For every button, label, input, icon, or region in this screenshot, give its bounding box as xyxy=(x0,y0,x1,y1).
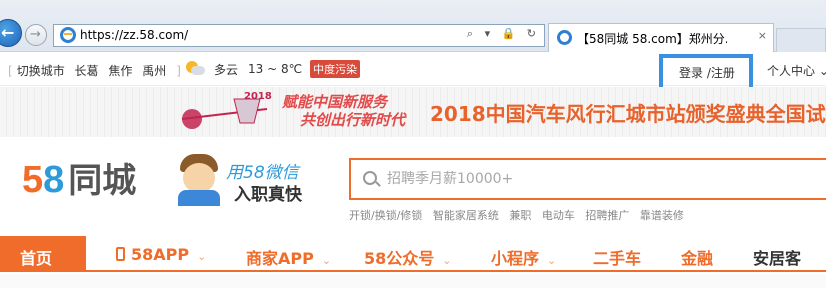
nav-anjuke[interactable]: 安居客 xyxy=(753,245,801,269)
logo-text: 同城 xyxy=(68,162,137,200)
brand-header: 58同城 用58微信 入职真快 开锁/换锁/修锁 智能家居系统 兼职 电动车 招… xyxy=(0,138,826,234)
address-url[interactable]: https://zz.58.com/ xyxy=(80,28,188,42)
search-icon xyxy=(363,171,377,185)
close-tab-icon[interactable]: × xyxy=(758,29,767,42)
city-switcher: [ 切换城市 长葛 焦作 禹州] xyxy=(4,62,185,79)
nav-label: 小程序 xyxy=(491,249,540,268)
user-center-menu[interactable]: 个人中心 ⌄ xyxy=(767,62,826,79)
nav-58app[interactable]: 58APP ⌄ xyxy=(116,245,206,264)
switch-city-link[interactable]: 切换城市 xyxy=(17,64,65,78)
phone-icon xyxy=(116,247,125,261)
hot-search-words: 开锁/换锁/修锁 智能家居系统 兼职 电动车 招聘推广 靠谱装修 xyxy=(349,207,691,223)
nav-finance[interactable]: 金融 xyxy=(681,245,713,269)
bracket-open: [ xyxy=(8,64,13,78)
browser-toolbar: ← → https://zz.58.com/ ⌕ ▾ 🔒 ↻ 【58同城 58.… xyxy=(0,0,826,53)
nearby-city-link[interactable]: 长葛 xyxy=(75,64,99,78)
login-register-link[interactable]: 登录 /注册 xyxy=(679,64,735,81)
banner-title: 2018中国汽车风行汇城市站颁奖盛典全国试 xyxy=(430,102,826,126)
hotword-link[interactable]: 兼职 xyxy=(509,209,531,222)
logo-digit-8: 8 xyxy=(43,159,65,201)
hotword-link[interactable]: 智能家居系统 xyxy=(433,209,499,222)
banner-slogan: 赋能中国新服务 共创出行新时代 xyxy=(282,93,405,129)
logo-digit-5: 5 xyxy=(22,159,44,201)
nav-mini-program[interactable]: 小程序 ⌄ xyxy=(491,245,556,269)
promo-banner[interactable]: 2018 赋能中国新服务 共创出行新时代 2018中国汽车风行汇城市站颁奖盛典全… xyxy=(0,87,826,137)
tab-title: 【58同城 58.com】郑州分... xyxy=(577,32,727,46)
nav-wechat-official[interactable]: 58公众号 ⌄ xyxy=(364,245,452,269)
air-quality-badge: 中度污染 xyxy=(310,60,361,78)
mascot-icon xyxy=(176,154,222,206)
banner-illustration: 2018 xyxy=(172,89,272,135)
banner-year: 2018 xyxy=(244,91,272,102)
nav-label: 商家APP xyxy=(246,249,314,268)
arrow-right-icon: → xyxy=(30,27,41,42)
search-input[interactable] xyxy=(387,168,807,190)
new-tab-button[interactable] xyxy=(776,28,826,52)
chevron-down-icon: ⌄ xyxy=(442,254,452,267)
site-logo[interactable]: 58 同城 xyxy=(22,158,136,203)
hotword-link[interactable]: 靠谱装修 xyxy=(640,209,684,222)
chevron-down-icon: ⌄ xyxy=(321,254,332,267)
back-button[interactable]: ← xyxy=(0,19,22,47)
address-actions-icon[interactable]: ⌕ ▾ 🔒 ↻ xyxy=(467,27,540,41)
weather-widget[interactable]: 多云 13 ~ 8℃ 中度污染 xyxy=(186,60,361,78)
nav-label: 58APP xyxy=(131,245,190,264)
hotword-link[interactable]: 开锁/换锁/修锁 xyxy=(349,209,422,222)
nav-home-label: 首页 xyxy=(20,249,53,268)
banner-slogan-line1: 赋能中国新服务 xyxy=(282,93,388,111)
page-content-edge xyxy=(0,274,826,288)
user-center-label: 个人中心 xyxy=(767,64,816,78)
browser-tab-active[interactable]: 【58同城 58.com】郑州分... × xyxy=(548,23,774,53)
search-box xyxy=(349,158,826,200)
weather-condition: 多云 xyxy=(214,62,239,77)
ie-logo-icon xyxy=(60,27,76,43)
chevron-down-icon: ⌄ xyxy=(547,254,557,267)
banner-slogan-line2: 共创出行新时代 xyxy=(300,111,406,129)
nav-used-cars[interactable]: 二手车 xyxy=(593,245,641,269)
wechat-promo[interactable]: 用58微信 入职真快 xyxy=(168,154,316,206)
partly-cloudy-icon xyxy=(186,61,206,77)
temperature: 13 ~ 8℃ xyxy=(248,62,303,76)
main-navigation: 首页 58APP ⌄ 商家APP ⌄ 58公众号 ⌄ 小程序 ⌄ 二手车 金融 安居客 xyxy=(0,236,826,272)
site-topbar: [ 切换城市 长葛 焦作 禹州] 多云 13 ~ 8℃ 中度污染 登录 /注册 个… xyxy=(0,52,826,102)
ie-tab-icon xyxy=(557,30,572,45)
nav-merchant-app[interactable]: 商家APP ⌄ xyxy=(246,245,331,269)
chevron-down-icon: ⌄ xyxy=(197,250,207,263)
nav-home[interactable]: 首页 xyxy=(0,236,86,272)
nav-label: 58公众号 xyxy=(364,249,435,268)
nearby-city-link[interactable]: 焦作 xyxy=(108,64,132,78)
hotword-link[interactable]: 招聘推广 xyxy=(585,209,629,222)
chevron-down-icon: ⌄ xyxy=(818,64,826,78)
arrow-left-icon: ← xyxy=(1,23,15,42)
nearby-city-link[interactable]: 禹州 xyxy=(142,64,166,78)
hotword-link[interactable]: 电动车 xyxy=(542,209,575,222)
address-bar[interactable]: https://zz.58.com/ ⌕ ▾ 🔒 ↻ xyxy=(53,24,545,47)
forward-button[interactable]: → xyxy=(25,24,47,46)
bracket-close: ] xyxy=(176,64,181,78)
promo-line2: 入职真快 xyxy=(234,185,302,205)
